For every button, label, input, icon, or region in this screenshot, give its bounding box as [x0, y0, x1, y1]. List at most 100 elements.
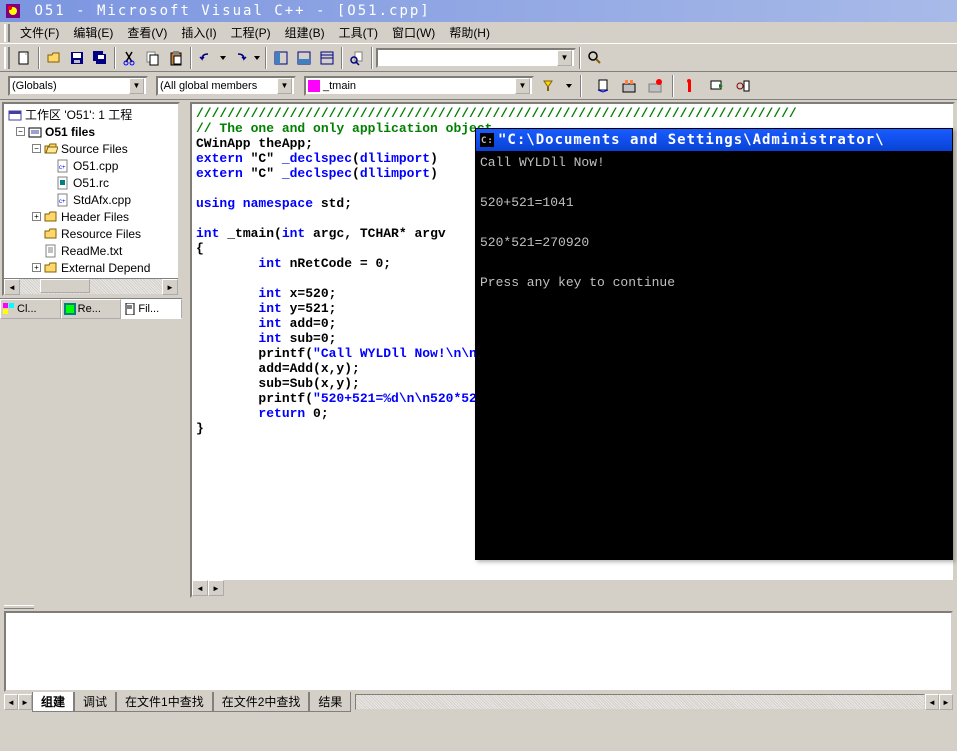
tab-classview[interactable]: Cl... [0, 299, 61, 319]
tree-project[interactable]: −O51 files [6, 123, 176, 140]
code-tok: nRetCode = 0; [290, 256, 391, 271]
wizard-dropdown-icon[interactable] [564, 75, 574, 97]
tree-file[interactable]: O51.rc [6, 174, 176, 191]
console-titlebar[interactable]: C:\ "C:\Documents and Settings\Administr… [476, 129, 952, 151]
new-file-icon[interactable] [13, 47, 35, 69]
separator [371, 47, 373, 69]
tree-folder-source[interactable]: − Source Files [6, 140, 176, 157]
redo-dropdown-icon[interactable] [252, 47, 262, 69]
copy-icon[interactable] [142, 47, 164, 69]
combo-arrow-icon[interactable]: ▼ [129, 78, 144, 94]
expand-icon[interactable]: + [32, 212, 41, 221]
tree-file[interactable]: c+O51.cpp [6, 157, 176, 174]
menu-project[interactable]: 工程(P) [225, 22, 277, 43]
collapse-icon[interactable]: − [32, 144, 41, 153]
combo-arrow-icon[interactable]: ▼ [557, 50, 572, 66]
code-tok: "520+521=%d\n\n520*52 [313, 391, 477, 406]
menu-build[interactable]: 组建(B) [279, 22, 331, 43]
undo-icon[interactable] [195, 47, 217, 69]
scroll-thumb[interactable] [40, 279, 90, 293]
code-tok: extern [196, 151, 251, 166]
tab-scroll-track[interactable] [355, 694, 925, 710]
save-all-icon[interactable] [89, 47, 111, 69]
workspace-tabs: Cl... Re... Fil... [0, 298, 182, 320]
splitter-vertical[interactable] [182, 100, 188, 600]
tab-find2[interactable]: 在文件2中查找 [213, 692, 310, 712]
tab-resourceview[interactable]: Re... [61, 299, 122, 319]
menu-help[interactable]: 帮助(H) [443, 22, 496, 43]
tree-folder-resource[interactable]: Resource Files [6, 225, 176, 242]
tree-hscroll[interactable]: ◄ ► [4, 278, 178, 294]
scroll-right-icon[interactable]: ► [162, 279, 178, 295]
menu-view[interactable]: 查看(V) [121, 22, 173, 43]
scroll-left-icon[interactable]: ◄ [192, 580, 208, 596]
console-window[interactable]: C:\ "C:\Documents and Settings\Administr… [475, 128, 953, 560]
tab-results[interactable]: 结果 [309, 692, 351, 712]
window-titlebar: O51 - Microsoft Visual C++ - [O51.cpp] [0, 0, 957, 22]
output-window-icon[interactable] [293, 47, 315, 69]
tab-scroll-right-icon[interactable]: ► [939, 694, 953, 710]
paste-icon[interactable] [165, 47, 187, 69]
save-icon[interactable] [66, 47, 88, 69]
workspace-icon[interactable] [270, 47, 292, 69]
build-icon[interactable] [618, 75, 640, 97]
menu-file[interactable]: 文件(F) [14, 22, 65, 43]
search-combo[interactable]: ▼ [376, 48, 576, 68]
panel-grip[interactable] [0, 603, 957, 611]
combo-arrow-icon[interactable]: ▼ [277, 78, 292, 94]
code-line: } [196, 421, 204, 436]
menu-window[interactable]: 窗口(W) [386, 22, 441, 43]
cut-icon[interactable] [119, 47, 141, 69]
function-combo[interactable]: _tmain▼ [304, 76, 534, 96]
find-icon[interactable] [584, 47, 606, 69]
scroll-track[interactable] [20, 279, 162, 294]
collapse-icon[interactable]: − [16, 127, 25, 136]
undo-dropdown-icon[interactable] [218, 47, 228, 69]
wizard-action-icon[interactable] [538, 75, 560, 97]
compile-icon[interactable] [592, 75, 614, 97]
code-tok: ( [352, 151, 360, 166]
class-scope-combo[interactable]: (Globals)▼ [8, 76, 148, 96]
tab-debug[interactable]: 调试 [74, 692, 116, 712]
tab-nav-left-icon[interactable]: ◄ [4, 694, 18, 710]
stop-build-icon[interactable] [644, 75, 666, 97]
redo-icon[interactable] [229, 47, 251, 69]
combo-arrow-icon[interactable]: ▼ [515, 78, 530, 94]
menu-tools[interactable]: 工具(T) [333, 22, 384, 43]
tab-find1[interactable]: 在文件1中查找 [116, 692, 213, 712]
tree-folder-external[interactable]: +External Depend [6, 259, 176, 276]
class-icon [3, 303, 15, 315]
go-icon[interactable] [706, 75, 728, 97]
code-tok: int [196, 301, 290, 316]
window-list-icon[interactable] [316, 47, 338, 69]
scroll-left-icon[interactable]: ◄ [4, 279, 20, 295]
breakpoint-icon[interactable] [732, 75, 754, 97]
members-combo[interactable]: (All global members▼ [156, 76, 296, 96]
scroll-right-icon[interactable]: ► [208, 580, 224, 596]
output-window[interactable] [4, 611, 953, 692]
tree-label: Source Files [61, 142, 128, 156]
tree-label: StdAfx.cpp [73, 193, 131, 207]
tab-build[interactable]: 组建 [32, 692, 74, 712]
open-file-icon[interactable] [43, 47, 65, 69]
tree-file[interactable]: c+StdAfx.cpp [6, 191, 176, 208]
tree-file-readme[interactable]: ReadMe.txt [6, 242, 176, 259]
menubar-grip[interactable] [4, 24, 10, 42]
menu-bar: 文件(F) 编辑(E) 查看(V) 插入(I) 工程(P) 组建(B) 工具(T… [0, 22, 957, 44]
cpp-file-icon: c+ [56, 159, 70, 173]
code-tok: using namespace [196, 196, 321, 211]
execute-icon[interactable] [680, 75, 702, 97]
file-tree[interactable]: 工作区 'O51': 1 工程 −O51 files − Source Files… [4, 104, 178, 278]
tab-nav-right-icon[interactable]: ► [18, 694, 32, 710]
tree-workspace[interactable]: 工作区 'O51': 1 工程 [6, 106, 176, 123]
tree-folder-headers[interactable]: +Header Files [6, 208, 176, 225]
menu-insert[interactable]: 插入(I) [175, 22, 222, 43]
menu-edit[interactable]: 编辑(E) [67, 22, 119, 43]
cmd-icon: C:\ [480, 133, 494, 147]
toolbar-grip[interactable] [4, 47, 10, 69]
tab-fileview[interactable]: Fil... [121, 299, 182, 319]
expand-icon[interactable]: + [32, 263, 41, 272]
editor-hscroll[interactable]: ◄ ► [192, 580, 953, 596]
find-in-files-icon[interactable] [346, 47, 368, 69]
tab-scroll-left-icon[interactable]: ◄ [925, 694, 939, 710]
